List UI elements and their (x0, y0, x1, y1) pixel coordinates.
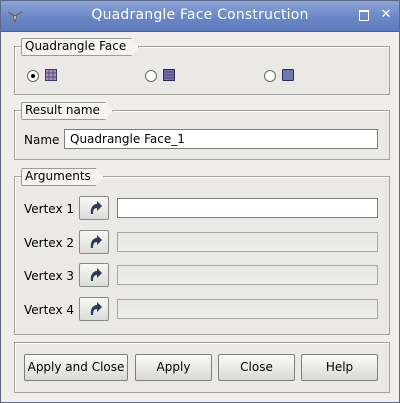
quadrangle-grid-icon (45, 69, 57, 81)
vertex-4-select-button[interactable] (79, 297, 109, 321)
selection-arrow-icon (90, 268, 102, 281)
name-label: Name (24, 133, 60, 147)
result-name-input[interactable]: Quadrangle Face_1 (64, 129, 378, 149)
title-bar[interactable]: Quadrangle Face Construction ✕ (1, 1, 399, 32)
arguments-group-title: Arguments (21, 168, 104, 186)
maximize-icon[interactable] (358, 9, 370, 21)
quadrangle-edges-icon (163, 69, 175, 81)
vertex-2-label: Vertex 2 (24, 236, 75, 250)
vertex-4-label: Vertex 4 (24, 303, 75, 317)
selection-arrow-icon (90, 201, 102, 214)
face-type-radio-3[interactable] (264, 70, 276, 82)
button-bar: Apply and Close Apply Close Help (14, 342, 390, 393)
vertex-2-select-button[interactable] (79, 230, 109, 254)
vertex-1-select-button[interactable] (79, 196, 109, 220)
face-type-group-title: Quadrangle Face (21, 38, 139, 56)
selection-arrow-icon (90, 235, 102, 248)
help-button[interactable]: Help (301, 354, 378, 381)
selection-arrow-icon (90, 302, 102, 315)
close-window-icon[interactable]: ✕ (380, 8, 392, 21)
vertex-2-input (117, 232, 378, 252)
vertex-3-input (117, 265, 378, 285)
arguments-group: Arguments Vertex 1 Vertex 2 Vertex 3 Ver… (14, 176, 390, 335)
vertex-3-select-button[interactable] (79, 263, 109, 287)
close-button[interactable]: Close (218, 354, 295, 381)
vertex-1-label: Vertex 1 (24, 202, 75, 216)
apply-and-close-button[interactable]: Apply and Close (24, 354, 128, 381)
vertex-1-input[interactable] (117, 198, 378, 218)
result-name-group-title: Result name (21, 102, 113, 120)
result-name-group: Result name Name Quadrangle Face_1 (14, 110, 390, 160)
quadrangle-shape-icon (282, 69, 294, 81)
face-type-radio-2[interactable] (145, 70, 157, 82)
face-type-group: Quadrangle Face (14, 46, 390, 95)
window-title: Quadrangle Face Construction (91, 7, 309, 23)
vertex-4-input (117, 299, 378, 319)
dialog-window: Quadrangle Face Construction ✕ Quadrangl… (0, 0, 400, 403)
face-type-radio-1[interactable] (27, 70, 39, 82)
apply-button[interactable]: Apply (135, 354, 212, 381)
vertex-3-label: Vertex 3 (24, 269, 75, 283)
